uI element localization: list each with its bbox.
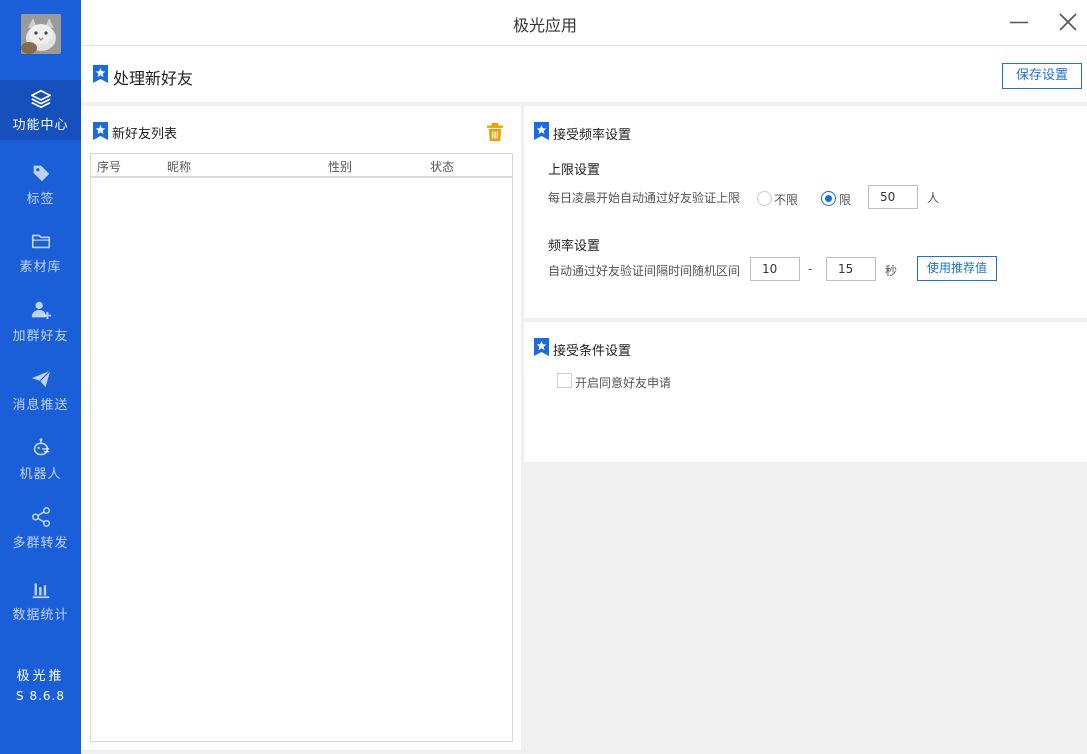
limit-description: 每日凌晨开始自动通过好友验证上限 (548, 191, 741, 205)
sidebar-item-label: 多群转发 (12, 536, 69, 551)
sidebar-item-materials[interactable]: 素材库 (0, 222, 81, 282)
interval-min-input[interactable] (750, 257, 800, 281)
minimize-button[interactable] (1007, 10, 1031, 34)
close-icon (1059, 13, 1077, 31)
table-header: 序号 昵称 性别 状态 (91, 154, 512, 178)
auto-accept-label[interactable]: 开启同意好友申请 (575, 374, 671, 391)
robot-icon (33, 438, 49, 456)
unlimited-radio-label[interactable]: 不限 (774, 191, 798, 208)
save-settings-button[interactable]: 保存设置 (1002, 63, 1082, 89)
column-header-status[interactable]: 状态 (430, 158, 454, 175)
friend-table: 序号 昵称 性别 状态 (90, 153, 513, 742)
column-header-index[interactable]: 序号 (97, 158, 121, 175)
daily-limit-input[interactable] (868, 185, 918, 209)
interval-separator: - (808, 262, 813, 276)
sidebar-item-function-center[interactable]: 功能中心 (0, 80, 81, 140)
friend-list-title: 新好友列表 (112, 127, 178, 142)
limited-radio[interactable] (821, 191, 836, 206)
column-header-nickname[interactable]: 昵称 (167, 158, 191, 175)
trash-icon (487, 123, 503, 141)
sidebar-item-add-friends[interactable]: 加群好友 (0, 291, 81, 351)
brand-name: 极光推 (16, 669, 65, 684)
version-label: S 8.6.8 (16, 689, 65, 703)
sidebar-item-label: 数据统计 (12, 608, 69, 623)
rate-settings-title: 频率设置 (548, 239, 601, 254)
cat-avatar-image (21, 14, 61, 54)
tag-icon (33, 165, 49, 182)
limit-settings-title: 上限设置 (548, 163, 601, 178)
use-recommended-button[interactable]: 使用推荐值 (917, 256, 997, 281)
limit-unit: 人 (927, 191, 940, 205)
minimize-icon (1010, 21, 1028, 24)
star-bookmark-icon (93, 65, 108, 83)
accept-conditions-title: 接受条件设置 (553, 344, 632, 359)
bar-chart-icon (32, 583, 49, 599)
layers-icon (30, 89, 51, 109)
page-header: 处理新好友 保存设置 (81, 46, 1087, 102)
close-button[interactable] (1056, 10, 1080, 34)
add-user-icon (31, 301, 51, 320)
auto-accept-checkbox[interactable] (557, 373, 572, 388)
share-icon (31, 507, 50, 527)
frequency-settings-panel: 接受频率设置 上限设置 每日凌晨开始自动通过好友验证上限 不限 限 人 频率设置… (524, 106, 1087, 318)
sidebar-item-label: 加群好友 (12, 329, 69, 344)
sidebar-item-message-push[interactable]: 消息推送 (0, 360, 81, 420)
unlimited-radio[interactable] (757, 191, 772, 206)
sidebar-item-label: 素材库 (19, 260, 62, 275)
sidebar-item-label: 机器人 (19, 467, 62, 482)
sidebar-item-statistics[interactable]: 数据统计 (0, 570, 81, 630)
star-bookmark-icon (534, 122, 549, 140)
accept-conditions-panel: 接受条件设置 开启同意好友申请 (524, 322, 1087, 462)
title-bar: 极光应用 (81, 0, 1087, 46)
sidebar-item-robot[interactable]: 机器人 (0, 429, 81, 489)
column-header-gender[interactable]: 性别 (328, 158, 352, 175)
app-title: 极光应用 (512, 16, 577, 35)
page-title: 处理新好友 (113, 69, 194, 88)
frequency-settings-title: 接受频率设置 (553, 128, 632, 143)
sidebar-item-label: 功能中心 (12, 118, 69, 133)
folder-icon (31, 234, 50, 249)
send-icon (31, 370, 51, 388)
new-friend-list-panel: 新好友列表 序号 昵称 性别 状态 (81, 106, 521, 750)
sidebar-item-label: 消息推送 (12, 398, 69, 413)
star-bookmark-icon (534, 338, 549, 356)
sidebar-item-label: 标签 (26, 192, 55, 207)
star-bookmark-icon (93, 122, 108, 140)
interval-max-input[interactable] (826, 257, 876, 281)
limited-radio-label[interactable]: 限 (839, 191, 851, 208)
rate-description: 自动通过好友验证间隔时间随机区间 (548, 264, 741, 278)
avatar[interactable] (21, 14, 61, 54)
sidebar-item-multi-group-forward[interactable]: 多群转发 (0, 498, 81, 558)
sidebar: 功能中心 标签 素材库 加群好友 消息推送 机器人 多群转发 数据统计 极光推 … (0, 0, 81, 754)
sidebar-item-tags[interactable]: 标签 (0, 154, 81, 214)
delete-button[interactable] (484, 121, 506, 143)
interval-unit: 秒 (885, 264, 898, 278)
